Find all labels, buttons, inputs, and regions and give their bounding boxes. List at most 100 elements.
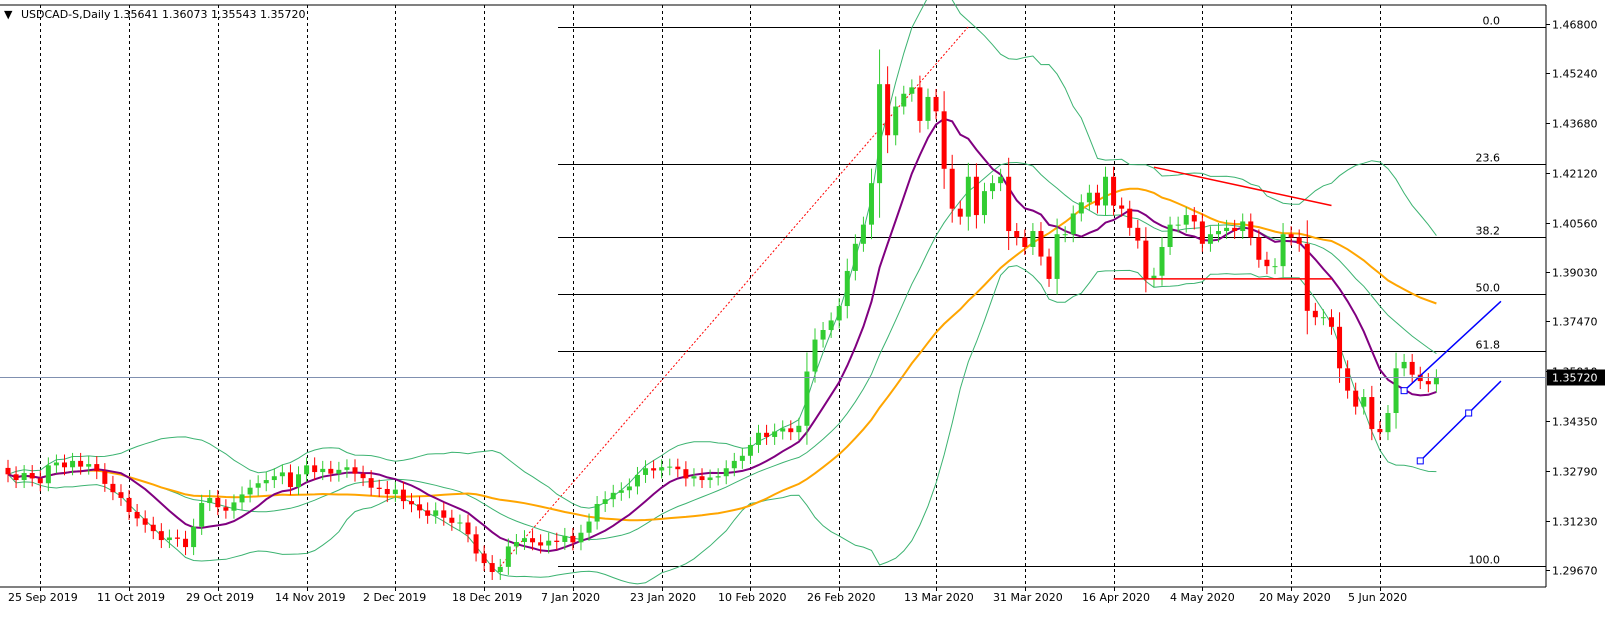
candle-body[interactable] <box>312 465 318 473</box>
candle-body[interactable] <box>1232 227 1238 232</box>
candle-body[interactable] <box>1207 234 1213 244</box>
candle-body[interactable] <box>352 467 358 474</box>
candle-body[interactable] <box>570 535 576 543</box>
candle-body[interactable] <box>739 455 745 461</box>
candle-body[interactable] <box>425 510 431 516</box>
candle-body[interactable] <box>239 494 245 503</box>
candle-body[interactable] <box>134 511 140 519</box>
candle-body[interactable] <box>1377 428 1383 433</box>
candle-body[interactable] <box>772 431 778 437</box>
candle-body[interactable] <box>1159 246 1165 276</box>
candle-body[interactable] <box>812 339 818 372</box>
candle-body[interactable] <box>1127 208 1133 228</box>
candle-body[interactable] <box>877 84 883 184</box>
candle-body[interactable] <box>747 444 753 456</box>
candle-body[interactable] <box>70 460 76 468</box>
candle-body[interactable] <box>1111 176 1117 206</box>
candle-body[interactable] <box>820 330 826 340</box>
candle-body[interactable] <box>1199 221 1205 244</box>
candle-body[interactable] <box>409 501 414 505</box>
candle-body[interactable] <box>1280 234 1286 267</box>
candle-body[interactable] <box>1086 192 1092 203</box>
candle-body[interactable] <box>400 489 406 502</box>
candle-body[interactable] <box>1401 361 1407 369</box>
candle-body[interactable] <box>1320 317 1326 319</box>
candle-body[interactable] <box>949 168 955 209</box>
candle-body[interactable] <box>1224 227 1230 232</box>
candle-body[interactable] <box>166 537 172 541</box>
candle-body[interactable] <box>174 537 180 539</box>
candle-body[interactable] <box>433 510 439 516</box>
candle-body[interactable] <box>1046 256 1052 279</box>
candle-body[interactable] <box>441 510 447 518</box>
candle-body[interactable] <box>707 477 713 481</box>
candle-body[interactable] <box>21 473 27 481</box>
candle-body[interactable] <box>142 518 148 525</box>
candle-body[interactable] <box>1119 205 1125 209</box>
candle-body[interactable] <box>449 517 455 523</box>
candle-body[interactable] <box>538 542 544 546</box>
candle-body[interactable] <box>1312 310 1318 318</box>
candle-body[interactable] <box>1393 368 1399 414</box>
candle-body[interactable] <box>481 553 487 564</box>
candle-body[interactable] <box>731 460 737 469</box>
candle-body[interactable] <box>61 462 67 468</box>
candle-body[interactable] <box>909 87 915 94</box>
candle-body[interactable] <box>521 538 527 542</box>
candle-body[interactable] <box>296 474 302 488</box>
candle-body[interactable] <box>1062 234 1068 236</box>
candle-body[interactable] <box>546 540 552 546</box>
candle-body[interactable] <box>618 490 624 493</box>
candle-body[interactable] <box>1006 176 1012 232</box>
candle-body[interactable] <box>344 467 350 470</box>
candle-body[interactable] <box>287 472 293 488</box>
candle-body[interactable] <box>530 538 536 543</box>
candle-body[interactable] <box>1272 266 1278 268</box>
candle-body[interactable] <box>1030 231 1036 247</box>
candle-body[interactable] <box>554 540 560 542</box>
candle-body[interactable] <box>1216 231 1221 235</box>
candle-body[interactable] <box>868 183 874 225</box>
candle-body[interactable] <box>1345 368 1351 391</box>
candle-body[interactable] <box>473 534 479 554</box>
channel-anchor-handle[interactable] <box>1400 387 1408 395</box>
candle-body[interactable] <box>1167 224 1173 247</box>
candle-body[interactable] <box>263 480 269 484</box>
candle-body[interactable] <box>643 468 649 475</box>
candle-body[interactable] <box>1022 237 1028 247</box>
candle-body[interactable] <box>764 432 770 437</box>
candle-body[interactable] <box>368 478 374 488</box>
candle-body[interactable] <box>828 320 834 331</box>
candle-body[interactable] <box>126 497 132 512</box>
candle-body[interactable] <box>1328 317 1334 327</box>
candle-body[interactable] <box>1014 231 1020 238</box>
channel-anchor-handle[interactable] <box>1465 409 1473 417</box>
candle-body[interactable] <box>191 526 197 548</box>
candle-body[interactable] <box>675 466 681 470</box>
candle-body[interactable] <box>699 476 705 481</box>
candle-body[interactable] <box>304 465 310 475</box>
candle-body[interactable] <box>1240 221 1246 232</box>
candle-body[interactable] <box>1353 390 1359 407</box>
candle-body[interactable] <box>1078 202 1084 214</box>
candle-body[interactable] <box>788 428 794 433</box>
candle-body[interactable] <box>917 87 923 121</box>
candle-body[interactable] <box>150 524 156 532</box>
candle-body[interactable] <box>513 541 519 547</box>
candle-body[interactable] <box>723 468 729 477</box>
candle-body[interactable] <box>37 478 43 484</box>
candle-body[interactable] <box>998 176 1004 184</box>
candle-body[interactable] <box>973 176 979 216</box>
candle-body[interactable] <box>602 499 608 504</box>
candle-body[interactable] <box>780 428 786 432</box>
candle-body[interactable] <box>1175 224 1181 226</box>
candle-body[interactable] <box>925 96 931 121</box>
candle-body[interactable] <box>594 503 600 522</box>
candle-body[interactable] <box>53 462 59 466</box>
candle-body[interactable] <box>1143 240 1149 279</box>
candle-body[interactable] <box>360 473 366 479</box>
candle-body[interactable] <box>796 425 802 433</box>
candle-body[interactable] <box>1103 176 1109 206</box>
candle-body[interactable] <box>118 492 124 498</box>
candle-body[interactable] <box>94 464 100 472</box>
